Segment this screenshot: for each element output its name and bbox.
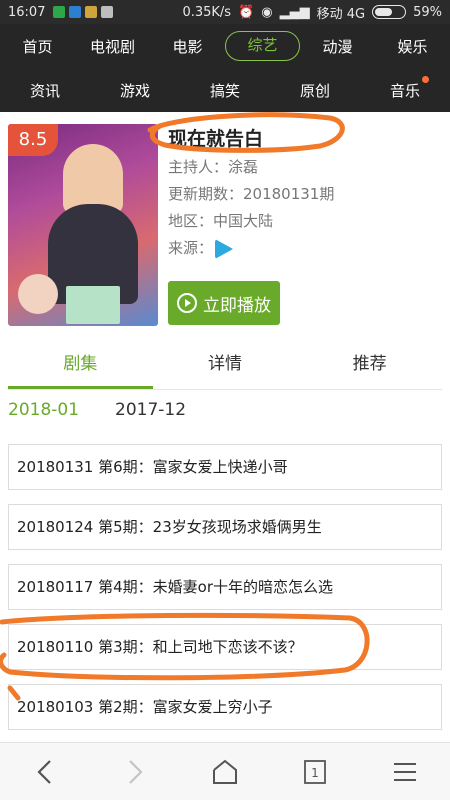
wifi-icon: ◉ bbox=[261, 4, 273, 20]
show-poster[interactable]: 8.5 bbox=[8, 124, 158, 326]
source-label: 来源： bbox=[168, 239, 214, 257]
show-title: 现在就告白 bbox=[168, 128, 264, 150]
nav-item-row2-1[interactable]: 游戏 bbox=[98, 80, 173, 101]
tab-recommend[interactable]: 推荐 bbox=[297, 342, 442, 389]
poster-card bbox=[66, 286, 120, 324]
year-2017-12[interactable]: 2017-12 bbox=[115, 400, 186, 420]
tab-details[interactable]: 详情 bbox=[153, 342, 298, 389]
show-update: 更新期数：20180131期 bbox=[168, 185, 335, 203]
green-app-icon bbox=[53, 6, 66, 18]
category-nav: 首页 电视剧 电影 综艺 动漫 娱乐 资讯 游戏 搞笑 原创 音乐 bbox=[0, 24, 450, 112]
episode-item[interactable]: 20180103 第2期：富家女爱上穷小子 bbox=[8, 684, 442, 730]
content-tabs: 剧集 详情 推荐 bbox=[8, 342, 442, 390]
nav-item-row2-2[interactable]: 搞笑 bbox=[188, 80, 263, 101]
alarm-icon: ⏰ bbox=[238, 4, 255, 20]
play-now-button[interactable]: 立即播放 bbox=[168, 281, 280, 325]
new-dot-badge bbox=[421, 75, 429, 83]
show-host: 主持人：涂磊 bbox=[168, 158, 259, 176]
signal-icon: ▂▄▆ bbox=[279, 4, 310, 20]
poster-figure bbox=[18, 274, 58, 314]
nav-item-row1-0[interactable]: 首页 bbox=[0, 36, 75, 57]
home-icon[interactable] bbox=[205, 752, 245, 792]
nav-item-row1-1[interactable]: 电视剧 bbox=[75, 36, 150, 57]
message-icon bbox=[101, 6, 114, 18]
tabs-count: 1 bbox=[311, 766, 319, 780]
forward-icon[interactable] bbox=[115, 752, 155, 792]
episode-item[interactable]: 20180131 第6期：富家女爱上快递小哥 bbox=[8, 444, 442, 490]
year-selector: 2018-01 2017-12 bbox=[8, 400, 186, 420]
network-speed: 0.35K/s bbox=[182, 4, 232, 20]
blue-app-icon bbox=[69, 6, 82, 18]
back-icon[interactable] bbox=[25, 752, 65, 792]
nav-item-row1-5[interactable]: 娱乐 bbox=[375, 36, 450, 57]
status-bar: 16:07 0.35K/s ⏰ ◉ ▂▄▆ 移动 4G 59% bbox=[0, 0, 450, 24]
rating-badge: 8.5 bbox=[8, 124, 58, 156]
nav-row-1: 首页 电视剧 电影 综艺 动漫 娱乐 bbox=[0, 24, 450, 68]
nav-row-2: 资讯 游戏 搞笑 原创 音乐 bbox=[0, 68, 450, 112]
nav-item-row1-2[interactable]: 电影 bbox=[150, 36, 225, 57]
play-button-label: 立即播放 bbox=[203, 295, 271, 316]
play-icon bbox=[177, 293, 197, 313]
episode-item[interactable]: 20180124 第5期：23岁女孩现场求婚俩男生 bbox=[8, 504, 442, 550]
show-info: 现在就告白 主持人：涂磊 更新期数：20180131期 地区：中国大陆 来源： bbox=[168, 124, 438, 262]
show-region: 地区：中国大陆 bbox=[168, 212, 274, 230]
battery-percent: 59% bbox=[413, 4, 442, 20]
carrier: 移动 4G bbox=[316, 6, 366, 22]
tencent-video-icon[interactable] bbox=[215, 238, 234, 259]
nav-item-row1-3[interactable]: 综艺 bbox=[225, 31, 300, 61]
episode-list: 20180131 第6期：富家女爱上快递小哥 20180124 第5期：23岁女… bbox=[8, 444, 442, 744]
nav-item-row2-3[interactable]: 原创 bbox=[278, 80, 353, 101]
nav-item-row1-4[interactable]: 动漫 bbox=[300, 36, 375, 57]
tab-episodes[interactable]: 剧集 bbox=[8, 342, 153, 389]
notification-icon bbox=[85, 6, 98, 18]
year-2018-01[interactable]: 2018-01 bbox=[8, 400, 79, 420]
tabs-icon[interactable]: 1 bbox=[295, 752, 335, 792]
menu-icon[interactable] bbox=[385, 752, 425, 792]
episode-item[interactable]: 20180117 第4期：未婚妻or十年的暗恋怎么选 bbox=[8, 564, 442, 610]
nav-item-row2-4[interactable]: 音乐 bbox=[368, 75, 443, 101]
battery-icon bbox=[372, 5, 407, 19]
browser-bottom-bar: 1 bbox=[0, 742, 450, 800]
episode-item[interactable]: 20180110 第3期：和上司地下恋该不该？ bbox=[8, 624, 442, 670]
clock: 16:07 bbox=[8, 4, 46, 20]
nav-item-row2-0[interactable]: 资讯 bbox=[8, 80, 83, 101]
show-source: 来源： bbox=[168, 235, 438, 262]
